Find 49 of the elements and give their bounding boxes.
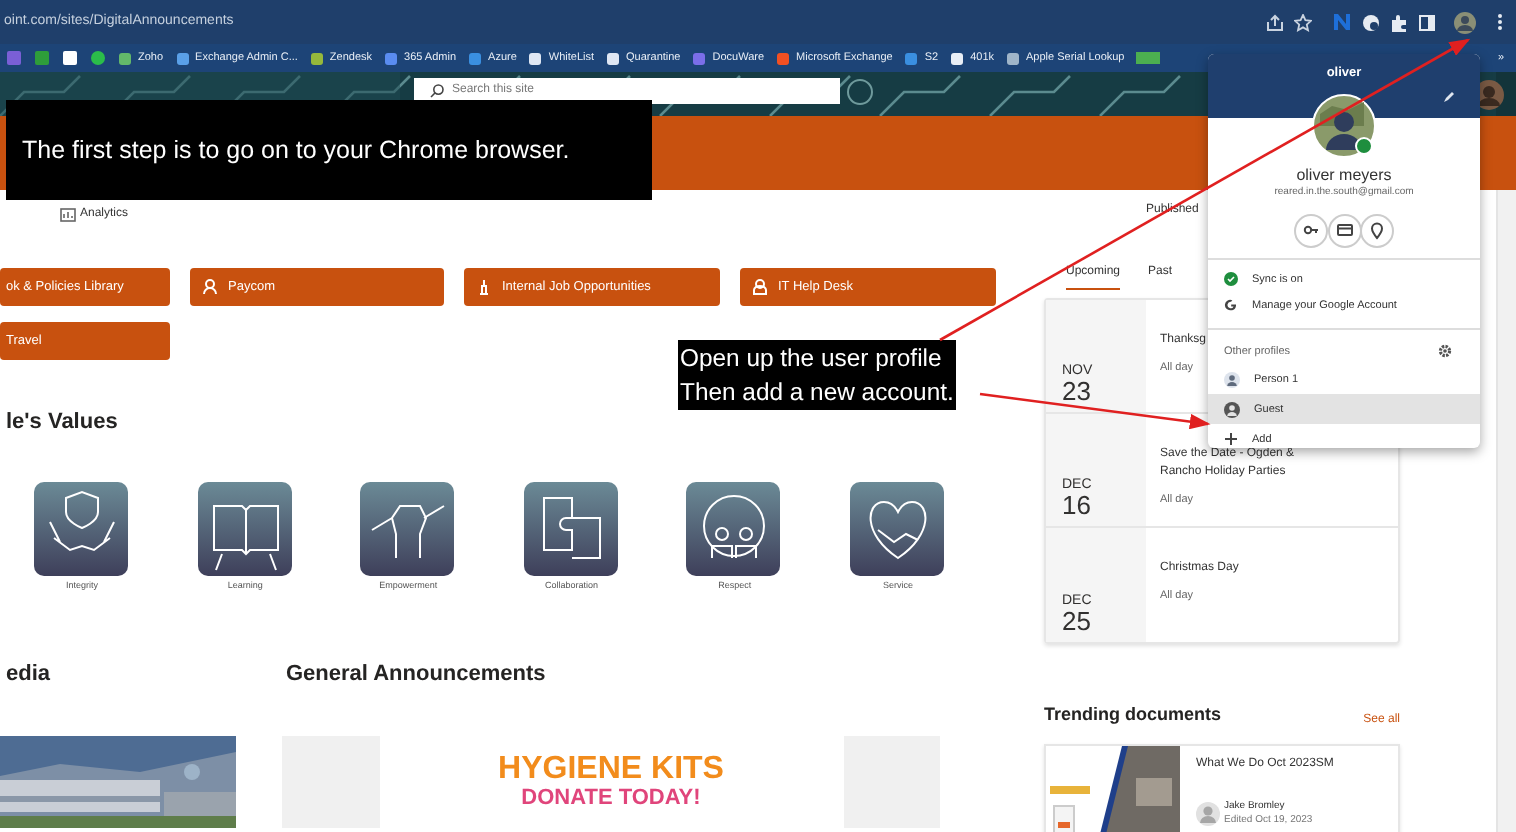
bookmark-icon[interactable]: [950, 51, 965, 65]
book-icon[interactable]: [197, 482, 292, 577]
headset-icon: [752, 278, 768, 296]
handshake-icon[interactable]: [34, 482, 128, 577]
annotation-text: The first step is to go on to your Chrome browser.: [22, 133, 572, 168]
share-icon[interactable]: [1266, 13, 1284, 31]
avatar-icon: [1196, 802, 1220, 826]
menu-icon[interactable]: [1496, 12, 1504, 32]
card-button[interactable]: [1327, 214, 1361, 249]
section-heading: General Announcements: [286, 661, 546, 689]
profile-name: oliver meyers: [1294, 168, 1394, 186]
bookmark-icon[interactable]: [528, 51, 543, 65]
announcement-subtitle: DONATE TODAY!: [521, 786, 701, 813]
extension-icon[interactable]: [1362, 13, 1380, 31]
lamp-icon: [476, 278, 492, 296]
location-button[interactable]: [1360, 214, 1394, 249]
section-heading: Trending documents: [1044, 702, 1222, 728]
bookmark-icon[interactable]: [309, 51, 324, 65]
sync-icon: [1224, 272, 1238, 287]
settings-icon[interactable]: [1438, 344, 1452, 359]
card-icon: [1335, 222, 1353, 241]
bookmark-icon[interactable]: [606, 51, 621, 65]
star-icon[interactable]: [1294, 13, 1312, 31]
puzzle-icon[interactable]: [1390, 13, 1408, 31]
plus-icon: [1224, 432, 1238, 447]
section-heading: le's Values: [4, 410, 120, 437]
avatar-icon[interactable]: [1454, 11, 1476, 33]
person-icon: [1224, 371, 1240, 388]
avatar-icon: [1312, 94, 1376, 158]
key-button[interactable]: [1294, 214, 1328, 249]
side-panel-icon[interactable]: [1418, 13, 1436, 31]
annotation-text: Then add a new account.: [680, 375, 954, 409]
person-icon: [1224, 401, 1240, 418]
google-icon: [1224, 298, 1238, 313]
fist-icon[interactable]: [360, 482, 455, 577]
puzzle-icon[interactable]: [523, 482, 618, 577]
edit-icon[interactable]: [1442, 90, 1456, 104]
annotation-text: Open up the user profile: [680, 342, 944, 376]
event-day: 23: [1062, 378, 1146, 404]
person-icon: [202, 278, 218, 296]
search-icon: [430, 84, 444, 98]
event-day: 16: [1062, 492, 1146, 518]
chart-icon: [60, 207, 76, 221]
bookmark-icon[interactable]: [1006, 51, 1021, 65]
event-day: 25: [1062, 608, 1146, 634]
location-icon: [1368, 222, 1386, 241]
announcement-title: HYGIENE KITS: [498, 754, 724, 787]
scrollbar[interactable]: [1496, 190, 1516, 832]
section-heading: edia: [4, 661, 53, 689]
